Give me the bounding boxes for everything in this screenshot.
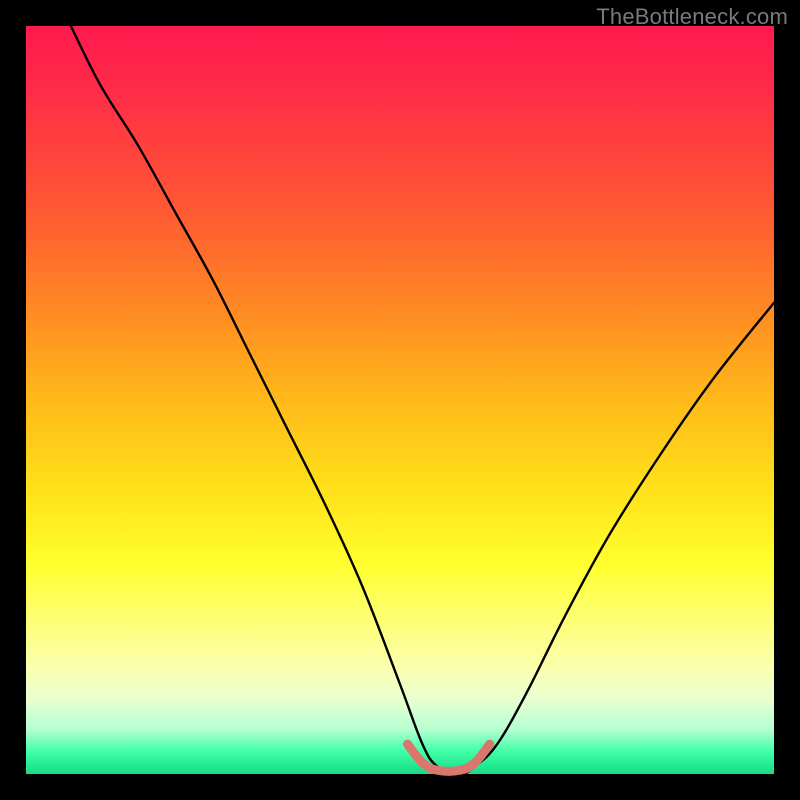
chart-frame: TheBottleneck.com [0, 0, 800, 800]
watermark-text: TheBottleneck.com [596, 4, 788, 30]
optimal-range-marker [407, 744, 489, 771]
plot-area [26, 26, 774, 774]
bottleneck-curve [71, 26, 774, 774]
bottleneck-curve-svg [26, 26, 774, 774]
